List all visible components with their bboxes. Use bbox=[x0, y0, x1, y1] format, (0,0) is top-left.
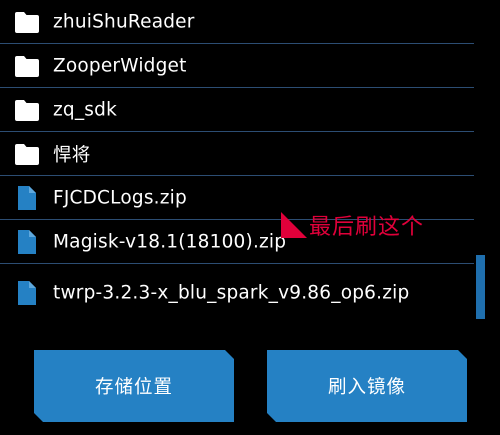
file-list-item-zhuishureader[interactable]: zhuiShuReader bbox=[0, 0, 474, 44]
file-name: 悍将 bbox=[53, 144, 91, 166]
file-list: zhuiShuReader ZooperWidget zq_sdk 悍将 FJC… bbox=[0, 0, 474, 322]
zip-file-icon bbox=[14, 229, 40, 254]
zip-file-icon bbox=[14, 281, 40, 305]
zip-file-icon bbox=[14, 185, 40, 210]
file-name: twrp-3.2.3-x_blu_spark_v9.86_op6.zip bbox=[53, 282, 410, 304]
folder-icon bbox=[14, 142, 40, 166]
file-name: FJCDCLogs.zip bbox=[53, 187, 187, 208]
file-list-item-twrp-zip[interactable]: twrp-3.2.3-x_blu_spark_v9.86_op6.zip bbox=[0, 264, 474, 322]
annotation-callout: 最后刷这个 bbox=[281, 210, 424, 240]
file-list-item-zq-sdk[interactable]: zq_sdk bbox=[0, 88, 474, 132]
folder-icon bbox=[14, 54, 40, 78]
annotation-arrow-icon bbox=[281, 212, 307, 238]
file-name: Magisk-v18.1(18100).zip bbox=[53, 231, 287, 252]
folder-icon bbox=[14, 10, 40, 34]
folder-icon bbox=[14, 98, 40, 122]
file-name: zhuiShuReader bbox=[53, 11, 195, 32]
file-name: zq_sdk bbox=[53, 99, 117, 120]
file-name: ZooperWidget bbox=[53, 55, 187, 76]
storage-location-button[interactable]: 存储位置 bbox=[34, 350, 234, 422]
file-list-item-zooperwidget[interactable]: ZooperWidget bbox=[0, 44, 474, 88]
annotation-text: 最后刷这个 bbox=[309, 215, 425, 240]
file-list-item-hanjiang[interactable]: 悍将 bbox=[0, 132, 474, 176]
flash-image-button[interactable]: 刷入镜像 bbox=[267, 350, 467, 422]
scrollbar-thumb[interactable] bbox=[476, 255, 485, 319]
